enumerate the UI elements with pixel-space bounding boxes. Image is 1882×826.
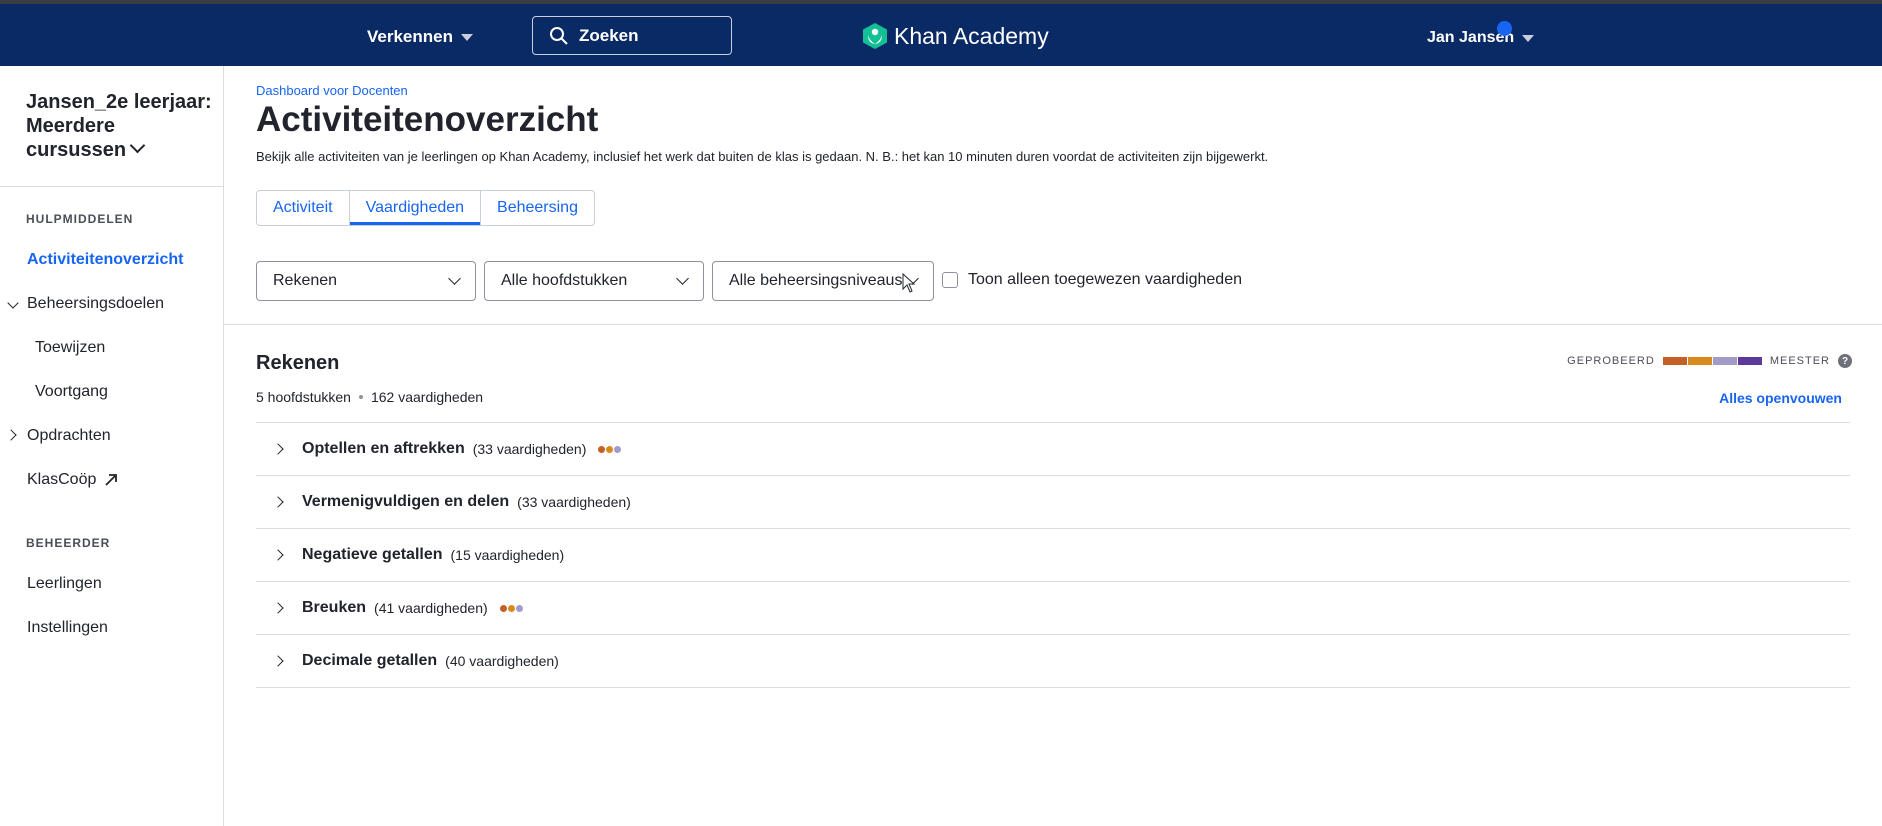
chevron-down-icon [129, 137, 146, 154]
legend-attempted-swatch [1662, 357, 1687, 365]
unit-name: Breuken [302, 599, 367, 616]
help-icon[interactable]: ? [1838, 354, 1852, 368]
section-heading-admin: BEHEERDER [26, 536, 111, 550]
mastery-level-select[interactable]: Alle beheersingsniveaus [712, 261, 934, 301]
mouse-cursor-icon [902, 273, 916, 293]
unit-select[interactable]: Alle hoofdstukken [484, 261, 704, 301]
unit-name: Negatieve getallen [302, 546, 443, 563]
search-input[interactable]: Zoeken [532, 16, 732, 55]
main-content: Dashboard voor Docenten Activiteitenover… [224, 66, 1882, 826]
unit-name: Optellen en aftrekken [302, 440, 465, 457]
divider [0, 186, 224, 187]
caret-down-icon [1522, 34, 1535, 42]
unit-select-value: Alle hoofdstukken [501, 272, 628, 289]
unit-row-decimals[interactable]: Decimale getallen (40 vaardigheden) [256, 635, 1850, 688]
sidebar-item-klascoop[interactable]: KlasCoöp [27, 471, 118, 489]
class-title: Jansen_2e leerjaar: Meerdere cursussen [26, 91, 212, 161]
class-selector[interactable]: Jansen_2e leerjaar: Meerdere cursussen [26, 90, 216, 162]
sidebar-item-assignments[interactable]: Opdrachten [27, 427, 111, 445]
mastery-dots [598, 445, 622, 453]
unit-name: Decimale getallen [302, 652, 438, 669]
course-heading: Rekenen [256, 352, 340, 374]
legend-attempted-label: GEPROBEERD [1567, 355, 1655, 367]
attempted-dot [499, 604, 507, 612]
chevron-right-icon [272, 549, 284, 561]
attempted-dot [598, 445, 606, 453]
unit-skill-count: (33 vaardigheden) [472, 441, 587, 457]
legend-mastered-swatch [1737, 357, 1762, 365]
search-placeholder: Zoeken [579, 25, 639, 45]
course-summary: 5 hoofdstukken 162 vaardigheden [256, 389, 483, 405]
unit-name: Vermenigvuldigen en delen [302, 493, 510, 510]
caret-down-icon [461, 33, 473, 41]
legend-mastered-label: MEESTER [1769, 355, 1830, 367]
explore-menu[interactable]: Verkennen [367, 27, 473, 47]
unit-skill-count: (41 vaardigheden) [374, 600, 488, 616]
divider [224, 324, 1882, 325]
legend-proficient-swatch [1712, 357, 1737, 365]
chevron-right-icon [272, 443, 284, 455]
legend-familiar-swatch [1687, 357, 1712, 365]
user-menu[interactable]: Jan Jansen [1427, 29, 1535, 47]
khan-leaf-icon [863, 23, 887, 49]
page-title: Activiteitenoverzicht [256, 100, 599, 139]
unit-count: 5 hoofdstukken [256, 389, 351, 405]
chevron-down-icon[interactable] [7, 297, 19, 309]
unit-row-negative-numbers[interactable]: Negatieve getallen (15 vaardigheden) [256, 529, 1850, 582]
only-assigned-toggle[interactable]: Toon alleen toegewezen vaardigheden [942, 271, 1242, 289]
unit-skill-count: (33 vaardigheden) [517, 494, 631, 510]
external-link-icon [105, 474, 118, 486]
separator-dot [358, 395, 363, 399]
tab-group: Activiteit Vaardigheden Beheersing [256, 190, 595, 226]
chevron-down-icon [448, 272, 461, 285]
sidebar-item-settings[interactable]: Instellingen [27, 619, 108, 637]
breadcrumb[interactable]: Dashboard voor Docenten [256, 83, 408, 98]
chevron-down-icon [676, 272, 689, 285]
khan-academy-logo[interactable]: Khan Academy [862, 22, 1049, 50]
sidebar-item-activity-overview[interactable]: Activiteitenoverzicht [27, 251, 183, 269]
sidebar-item-assign[interactable]: Toewijzen [35, 339, 105, 357]
chevron-right-icon [272, 496, 284, 508]
unit-row-fractions[interactable]: Breuken (41 vaardigheden) [256, 582, 1850, 635]
top-nav-bar: Verkennen Zoeken Khan Academy Jan Jansen [0, 0, 1882, 66]
unit-skill-count: (40 vaardigheden) [445, 653, 559, 669]
only-assigned-label: Toon alleen toegewezen vaardigheden [968, 271, 1242, 288]
sidebar: Jansen_2e leerjaar: Meerdere cursussen H… [0, 66, 224, 826]
expand-all-button[interactable]: Alles openvouwen [1719, 390, 1842, 406]
brand-name: Khan Academy [894, 22, 1049, 49]
unit-row-multiplication-division[interactable]: Vermenigvuldigen en delen (33 vaardighed… [256, 476, 1850, 529]
sidebar-item-students[interactable]: Leerlingen [27, 575, 102, 593]
explore-label: Verkennen [367, 27, 453, 46]
sidebar-item-mastery-goals[interactable]: Beheersingsdoelen [27, 295, 164, 313]
notification-badge[interactable] [1497, 21, 1512, 36]
page-description: Bekijk alle activiteiten van je leerling… [256, 149, 1269, 164]
mastery-select-value: Alle beheersingsniveaus [729, 272, 903, 289]
sidebar-item-progress[interactable]: Voortgang [35, 383, 108, 401]
course-select-value: Rekenen [273, 272, 338, 289]
course-select[interactable]: Rekenen [256, 261, 476, 301]
tab-mastery[interactable]: Beheersing [481, 191, 594, 225]
proficient-dot [515, 604, 523, 612]
chevron-right-icon [272, 602, 284, 614]
only-assigned-checkbox[interactable] [942, 272, 958, 288]
chevron-right-icon[interactable] [5, 429, 17, 441]
familiar-dot [507, 604, 515, 612]
proficient-dot [614, 445, 622, 453]
chevron-right-icon [272, 655, 284, 667]
section-heading-tools: HULPMIDDELEN [26, 212, 134, 226]
tab-activity[interactable]: Activiteit [257, 191, 350, 225]
unit-skill-count: (15 vaardigheden) [450, 547, 565, 563]
tab-skills[interactable]: Vaardigheden [349, 191, 482, 225]
search-icon [550, 26, 568, 45]
skill-count: 162 vaardigheden [370, 389, 484, 405]
legend-color-scale [1662, 357, 1762, 365]
mastery-legend: GEPROBEERD MEESTER ? [1567, 354, 1852, 368]
sidebar-item-label: KlasCoöp [27, 471, 97, 488]
unit-row-addition-subtraction[interactable]: Optellen en aftrekken (33 vaardigheden) [256, 423, 1850, 476]
mastery-dots [499, 604, 523, 612]
unit-list: Optellen en aftrekken (33 vaardigheden) … [256, 422, 1850, 688]
familiar-dot [606, 445, 614, 453]
